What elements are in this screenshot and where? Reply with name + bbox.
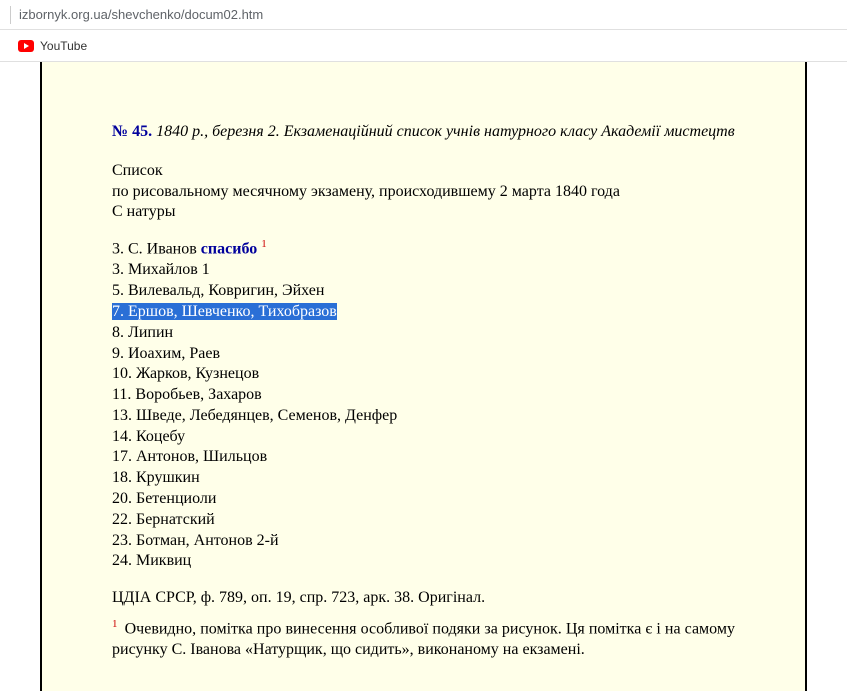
list-item: 18. Крушкин xyxy=(112,468,735,489)
list-item: 3. С. Иванов спасибо 1 xyxy=(112,237,735,260)
list-item: 24. Миквиц xyxy=(112,551,735,572)
url-text: izbornyk.org.ua/shevchenko/docum02.htm xyxy=(19,7,263,22)
youtube-icon xyxy=(18,40,34,52)
archive-ref: ЦДІА СРСР, ф. 789, оп. 19, спр. 723, арк… xyxy=(112,588,735,609)
list-text: 11. Воробьев, Захаров xyxy=(112,386,262,403)
footnote: 1 Очевидно, помітка про винесення особли… xyxy=(112,617,735,661)
list-text: 9. Иоахим, Раев xyxy=(112,345,220,362)
doc-intro: Список по рисовальному месячному экзамен… xyxy=(112,161,735,223)
doc-title: 1840 р., березня 2. Екзаменаційний списо… xyxy=(156,123,735,140)
list-item: 13. Шведе, Лебедянцев, Семенов, Денфер xyxy=(112,406,735,427)
list-item: 22. Бернатский xyxy=(112,510,735,531)
footnote-text: Очевидно, помітка про винесення особливо… xyxy=(112,620,735,658)
list-item: 8. Липин xyxy=(112,323,735,344)
list-item: 10. Жарков, Кузнецов xyxy=(112,364,735,385)
list-item: 3. Михайлов 1 xyxy=(112,260,735,281)
list-text: 13. Шведе, Лебедянцев, Семенов, Денфер xyxy=(112,407,397,424)
list-text: 14. Коцебу xyxy=(112,428,185,445)
list-text: 20. Бетенциоли xyxy=(112,490,216,507)
doc-number: № 45. xyxy=(112,123,152,140)
address-divider xyxy=(10,6,11,24)
list-text: 17. Антонов, Шильцов xyxy=(112,448,267,465)
footnote-marker: 1 xyxy=(112,618,118,630)
address-bar[interactable]: izbornyk.org.ua/shevchenko/docum02.htm xyxy=(0,0,847,30)
list-text: 23. Ботман, Антонов 2-й xyxy=(112,532,279,549)
list-text: 8. Липин xyxy=(112,324,173,341)
intro-line: по рисовальному месячному экзамену, прои… xyxy=(112,182,735,203)
bookmarks-bar: YouTube xyxy=(0,30,847,62)
list-text: 22. Бернатский xyxy=(112,511,215,528)
list-text: 3. Михайлов 1 xyxy=(112,261,210,278)
thanks-word: спасибо xyxy=(201,241,257,258)
list-item: 11. Воробьев, Захаров xyxy=(112,385,735,406)
list-item: 9. Иоахим, Раев xyxy=(112,344,735,365)
bookmark-youtube[interactable]: YouTube xyxy=(10,36,95,56)
intro-line: Список xyxy=(112,161,735,182)
footnote-ref[interactable]: 1 xyxy=(261,238,267,250)
doc-header: № 45. 1840 р., березня 2. Екзаменаційний… xyxy=(112,122,735,143)
list-item: 20. Бетенциоли xyxy=(112,489,735,510)
bookmark-label: YouTube xyxy=(40,39,87,53)
list-item: 23. Ботман, Антонов 2-й xyxy=(112,531,735,552)
document-page: № 45. 1840 р., березня 2. Екзаменаційний… xyxy=(40,62,807,691)
highlighted-text: 7. Ершов, Шевченко, Тихобразов xyxy=(112,303,337,320)
list-text: 18. Крушкин xyxy=(112,469,200,486)
list-item: 17. Антонов, Шильцов xyxy=(112,447,735,468)
intro-line: С натуры xyxy=(112,202,735,223)
list-text: 10. Жарков, Кузнецов xyxy=(112,365,259,382)
list-text: 5. Вилевальд, Ковригин, Эйхен xyxy=(112,282,324,299)
list-text: 24. Миквиц xyxy=(112,552,191,569)
list-text: 3. С. Иванов xyxy=(112,241,201,258)
list-item: 5. Вилевальд, Ковригин, Эйхен xyxy=(112,281,735,302)
list-item: 7. Ершов, Шевченко, Тихобразов xyxy=(112,302,735,323)
exam-list: 3. С. Иванов спасибо 13. Михайлов 15. Ви… xyxy=(112,237,735,572)
list-item: 14. Коцебу xyxy=(112,427,735,448)
